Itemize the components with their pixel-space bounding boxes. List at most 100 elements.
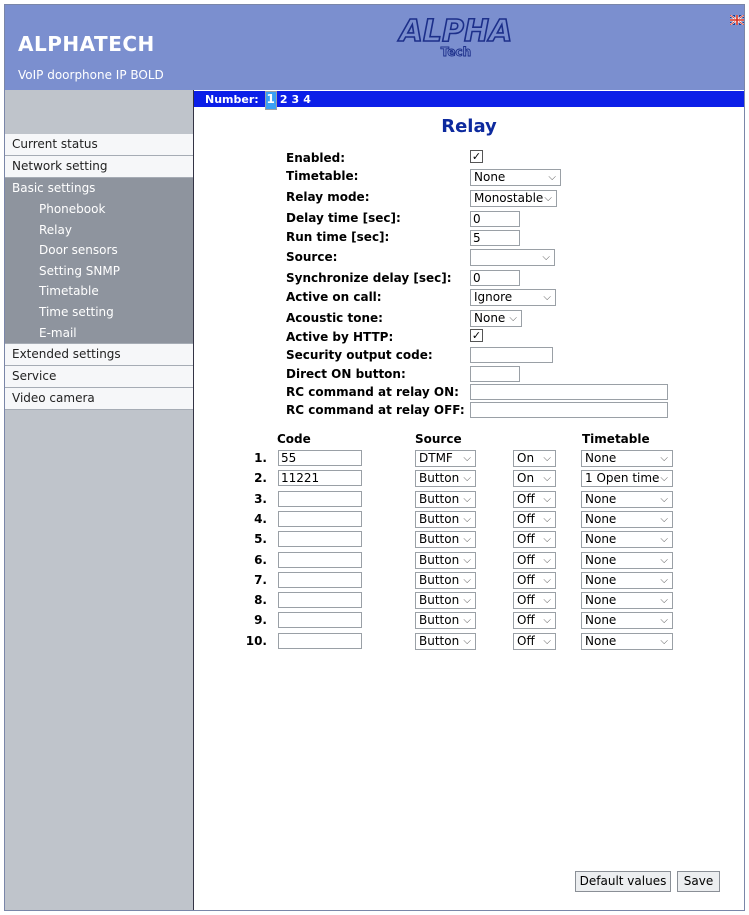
sidebar-subitem-relay[interactable]: Relay xyxy=(5,220,193,241)
delay-time-input[interactable]: 0 xyxy=(470,211,520,227)
code-input[interactable] xyxy=(278,491,362,507)
chevron-down-icon: ⌵ xyxy=(543,636,551,647)
chevron-down-icon: ⌵ xyxy=(660,514,668,525)
code-state-select[interactable]: On ⌵ xyxy=(513,470,556,487)
code-source-value: Button xyxy=(419,532,460,546)
sidebar-subitem-email[interactable]: E-mail xyxy=(5,323,193,344)
sidebar-item-video-camera[interactable]: Video camera xyxy=(5,388,193,411)
code-timetable-select[interactable]: None ⌵ xyxy=(581,633,673,650)
code-state-value: Off xyxy=(517,553,535,567)
code-input[interactable] xyxy=(278,552,362,568)
chevron-down-icon: ⌵ xyxy=(660,494,668,505)
page-title: Relay xyxy=(441,116,497,137)
code-input[interactable] xyxy=(278,511,362,527)
code-input[interactable] xyxy=(278,572,362,588)
code-timetable-select[interactable]: None ⌵ xyxy=(581,450,673,467)
code-source-select[interactable]: Button ⌵ xyxy=(415,572,476,589)
code-source-select[interactable]: Button ⌵ xyxy=(415,552,476,569)
code-source-select[interactable]: Button ⌵ xyxy=(415,531,476,548)
number-tab-4[interactable]: 4 xyxy=(302,92,312,108)
active-by-http-checkbox[interactable]: ✓ xyxy=(470,329,483,342)
enabled-checkbox[interactable]: ✓ xyxy=(470,150,483,163)
code-source-select[interactable]: Button ⌵ xyxy=(415,612,476,629)
code-input[interactable] xyxy=(278,612,362,628)
rc-on-input[interactable] xyxy=(470,384,668,400)
sync-delay-input[interactable]: 0 xyxy=(470,270,520,286)
code-state-select[interactable]: Off ⌵ xyxy=(513,491,556,508)
sidebar-item-service[interactable]: Service xyxy=(5,366,193,389)
code-input[interactable]: 11221 xyxy=(278,470,362,486)
active-on-call-select[interactable]: Ignore ⌵ xyxy=(470,289,556,306)
number-tab-2[interactable]: 2 xyxy=(279,92,289,108)
code-input[interactable] xyxy=(278,592,362,608)
code-source-select[interactable]: DTMF ⌵ xyxy=(415,450,476,467)
header-bar: ALPHATECH VoIP doorphone IP BOLD ALPHA T… xyxy=(5,5,744,90)
code-state-select[interactable]: Off ⌵ xyxy=(513,572,556,589)
page-frame: ALPHATECH VoIP doorphone IP BOLD ALPHA T… xyxy=(4,4,745,911)
run-time-input[interactable]: 5 xyxy=(470,230,520,246)
number-tab-1[interactable]: 1 xyxy=(264,91,277,110)
number-tab-3[interactable]: 3 xyxy=(291,92,301,108)
chevron-down-icon: ⌵ xyxy=(543,514,551,525)
code-timetable-select[interactable]: None ⌵ xyxy=(581,531,673,548)
code-input[interactable] xyxy=(278,531,362,547)
code-state-select[interactable]: Off ⌵ xyxy=(513,511,556,528)
code-timetable-select[interactable]: 1 Open time ⌵ xyxy=(581,470,673,487)
row-number: 2. xyxy=(254,471,267,485)
code-timetable-select[interactable]: None ⌵ xyxy=(581,491,673,508)
sidebar-item-basic-settings[interactable]: Basic settings xyxy=(5,178,193,199)
sidebar-subitem-phonebook[interactable]: Phonebook xyxy=(5,199,193,220)
security-code-input[interactable] xyxy=(470,347,553,363)
source-select[interactable]: ⌵ xyxy=(470,249,555,266)
code-source-value: Button xyxy=(419,512,460,526)
code-state-select[interactable]: Off ⌵ xyxy=(513,531,556,548)
sidebar-subitem-timetable[interactable]: Timetable xyxy=(5,281,193,302)
sidebar-item-extended-settings[interactable]: Extended settings xyxy=(5,343,193,367)
chevron-down-icon: ⌵ xyxy=(544,193,552,204)
run-time-label: Run time [sec]: xyxy=(286,230,390,244)
chevron-down-icon: ⌵ xyxy=(543,555,551,566)
rc-off-label: RC command at relay OFF: xyxy=(286,403,465,417)
code-source-select[interactable]: Button ⌵ xyxy=(415,592,476,609)
code-timetable-select[interactable]: None ⌵ xyxy=(581,511,673,528)
acoustic-tone-select[interactable]: None ⌵ xyxy=(470,310,522,327)
sidebar: Current status Network setting Basic set… xyxy=(5,90,194,910)
sidebar-item-current-status[interactable]: Current status xyxy=(5,134,193,156)
sidebar-subitem-time-setting[interactable]: Time setting xyxy=(5,302,193,323)
sidebar-subitem-setting-snmp[interactable]: Setting SNMP xyxy=(5,261,193,282)
code-timetable-select[interactable]: None ⌵ xyxy=(581,572,673,589)
alphatech-logo: ALPHA Tech xyxy=(397,13,513,59)
code-input[interactable]: 55 xyxy=(278,450,362,466)
row-number: 3. xyxy=(254,492,267,506)
code-timetable-select[interactable]: None ⌵ xyxy=(581,552,673,569)
direct-on-input[interactable] xyxy=(470,366,520,382)
save-button[interactable]: Save xyxy=(677,871,720,892)
code-input[interactable] xyxy=(278,633,362,649)
code-state-select[interactable]: Off ⌵ xyxy=(513,633,556,650)
code-state-value: Off xyxy=(517,492,535,506)
default-values-button[interactable]: Default values xyxy=(575,871,671,892)
code-source-select[interactable]: Button ⌵ xyxy=(415,511,476,528)
relay-mode-select[interactable]: Monostable ⌵ xyxy=(470,190,557,207)
code-state-select[interactable]: On ⌵ xyxy=(513,450,556,467)
sidebar-subitem-door-sensors[interactable]: Door sensors xyxy=(5,240,193,261)
sidebar-group-basic-settings: Basic settings Phonebook Relay Door sens… xyxy=(5,178,193,344)
code-source-select[interactable]: Button ⌵ xyxy=(415,633,476,650)
code-state-select[interactable]: Off ⌵ xyxy=(513,612,556,629)
acoustic-tone-select-value: None xyxy=(474,311,506,325)
code-timetable-value: None xyxy=(585,634,617,648)
uk-flag-icon[interactable] xyxy=(730,15,744,25)
number-bar: Number: 1234 xyxy=(194,91,744,110)
code-state-select[interactable]: Off ⌵ xyxy=(513,592,556,609)
code-timetable-select[interactable]: None ⌵ xyxy=(581,592,673,609)
sidebar-item-network-setting[interactable]: Network setting xyxy=(5,156,193,178)
chevron-down-icon: ⌵ xyxy=(660,636,668,647)
timetable-select[interactable]: None ⌵ xyxy=(470,169,561,186)
chevron-down-icon: ⌵ xyxy=(463,453,471,464)
code-source-select[interactable]: Button ⌵ xyxy=(415,491,476,508)
rc-off-input[interactable] xyxy=(470,402,668,418)
code-source-select[interactable]: Button ⌵ xyxy=(415,470,476,487)
code-state-select[interactable]: Off ⌵ xyxy=(513,552,556,569)
chevron-down-icon: ⌵ xyxy=(548,172,556,183)
code-timetable-select[interactable]: None ⌵ xyxy=(581,612,673,629)
